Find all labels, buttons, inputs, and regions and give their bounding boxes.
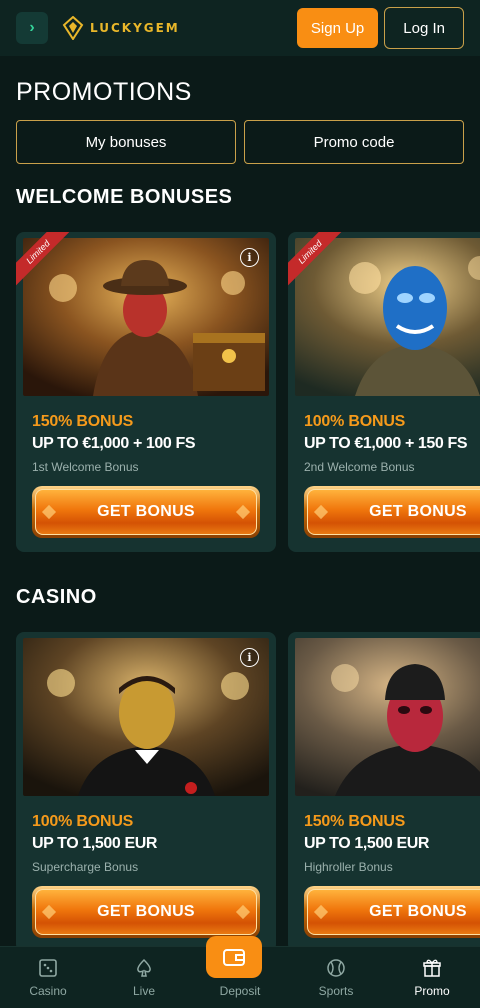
nav-item-casino[interactable]: Casino — [0, 947, 96, 1008]
nav-label: Promo — [414, 984, 450, 998]
nav-label: Deposit — [219, 984, 261, 998]
bonus-card[interactable]: i 100% BONUS UP TO 1,500 EUR Supercharge… — [16, 632, 276, 952]
gold-face-gentleman-illustration — [23, 638, 269, 796]
gem-logo-icon — [62, 16, 84, 40]
spade-icon — [137, 958, 151, 977]
welcome-bonuses-heading: WELCOME BONUSES — [16, 186, 233, 208]
page-title: PROMOTIONS — [16, 78, 192, 106]
top-header: › LUCKYGEM Sign Up Log In — [0, 0, 480, 56]
bonus-amount: UP TO €1,000 + 150 FS — [304, 435, 468, 452]
bonus-card-image: i — [23, 638, 269, 796]
logo-text: LUCKYGEM — [90, 21, 180, 35]
nav-item-promo[interactable]: Promo — [384, 947, 480, 1008]
bonus-percent: 150% BONUS — [32, 413, 134, 430]
bonus-subtitle: 2nd Welcome Bonus — [304, 460, 415, 474]
info-icon[interactable]: i — [240, 648, 259, 667]
promo-code-tab[interactable]: Promo code — [244, 120, 464, 164]
welcome-bonuses-carousel[interactable]: i Limited 150% BONUS UP TO €1,000 + 100 … — [16, 232, 480, 552]
gift-icon — [423, 959, 441, 977]
nav-label: Casino — [29, 984, 67, 998]
red-crystal-face-illustration — [295, 638, 480, 796]
bonus-amount: UP TO 1,500 EUR — [304, 835, 430, 852]
deposit-button[interactable] — [206, 936, 262, 978]
casino-bonuses-carousel[interactable]: i 100% BONUS UP TO 1,500 EUR Supercharge… — [16, 632, 480, 952]
sidebar-toggle-button[interactable]: › — [16, 12, 48, 44]
bonus-percent: 100% BONUS — [304, 413, 406, 430]
nav-item-live[interactable]: Live — [96, 947, 192, 1008]
sign-up-button[interactable]: Sign Up — [296, 8, 379, 48]
bonus-card[interactable]: i Limited 150% BONUS UP TO €1,000 + 100 … — [16, 232, 276, 552]
luckygem-logo[interactable]: LUCKYGEM — [62, 16, 180, 40]
dice-icon — [39, 959, 57, 977]
bonus-amount: UP TO 1,500 EUR — [32, 835, 158, 852]
limited-ribbon: Limited — [288, 232, 347, 291]
ball-icon — [327, 959, 345, 977]
wallet-icon — [223, 949, 245, 966]
log-in-button[interactable]: Log In — [384, 7, 464, 49]
nav-item-sports[interactable]: Sports — [288, 947, 384, 1008]
limited-ribbon: Limited — [16, 232, 75, 291]
bonus-subtitle: Highroller Bonus — [304, 860, 393, 874]
get-bonus-button[interactable]: GET BONUS — [304, 486, 480, 538]
bonus-subtitle: 1st Welcome Bonus — [32, 460, 139, 474]
bonus-amount: UP TO €1,000 + 100 FS — [32, 435, 196, 452]
nav-label: Live — [132, 984, 155, 998]
bonus-percent: 100% BONUS — [32, 813, 134, 830]
bonus-percent: 150% BONUS — [304, 813, 406, 830]
get-bonus-button[interactable]: GET BONUS — [32, 886, 260, 938]
get-bonus-button[interactable]: GET BONUS — [32, 486, 260, 538]
promo-tabs: My bonuses Promo code — [16, 120, 464, 164]
bonus-card-image — [295, 638, 480, 796]
bonus-subtitle: Supercharge Bonus — [32, 860, 139, 874]
info-icon[interactable]: i — [240, 248, 259, 267]
get-bonus-button[interactable]: GET BONUS — [304, 886, 480, 938]
casino-heading: CASINO — [16, 586, 97, 608]
bonus-card[interactable]: 150% BONUS UP TO 1,500 EUR Highroller Bo… — [288, 632, 480, 952]
bonus-card[interactable]: i Limited 100% BONUS UP TO €1,000 + 150 … — [288, 232, 480, 552]
nav-label: Sports — [318, 984, 354, 998]
my-bonuses-tab[interactable]: My bonuses — [16, 120, 236, 164]
chevron-right-icon: › — [29, 19, 35, 36]
